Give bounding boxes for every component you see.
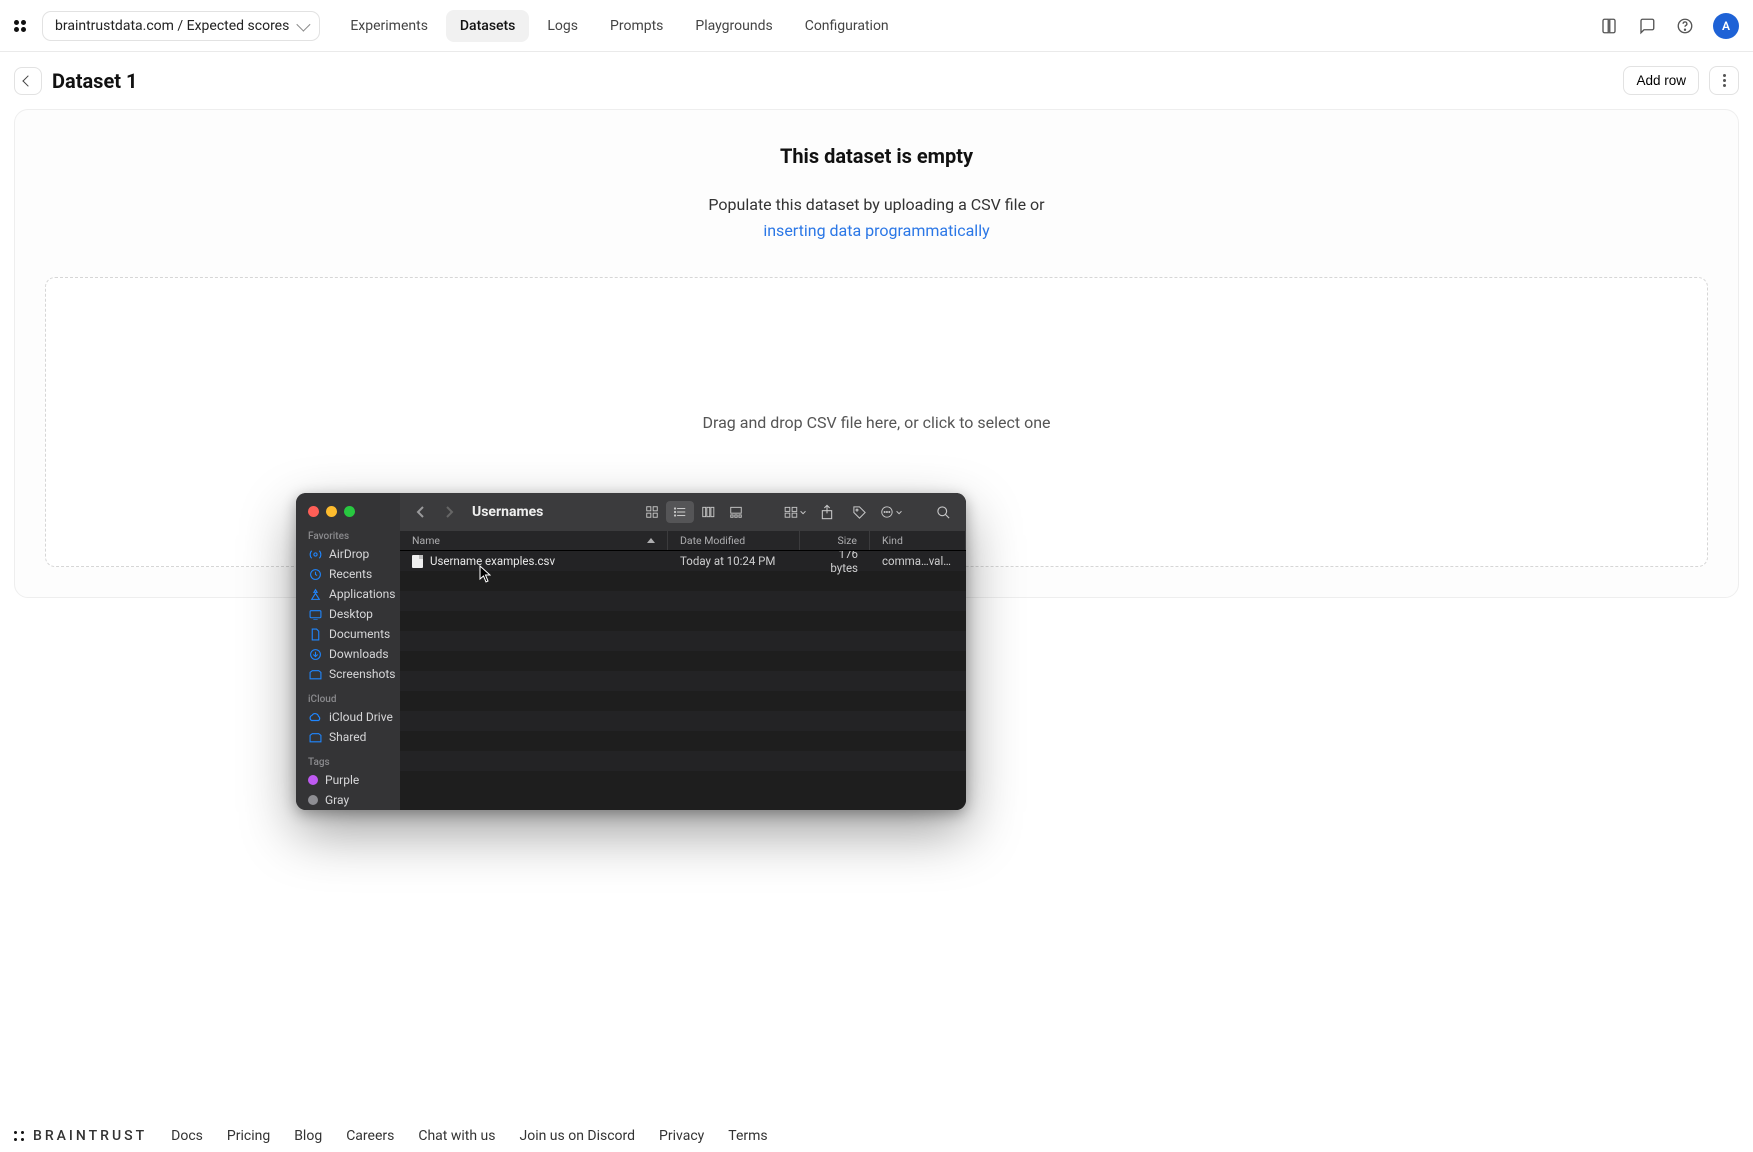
chevron-down-icon [297, 17, 311, 31]
minimize-window-icon[interactable] [326, 506, 337, 517]
table-row [400, 651, 966, 671]
sidebar-item-recents[interactable]: Recents [296, 564, 400, 584]
sidebar-item-applications[interactable]: Applications [296, 584, 400, 604]
action-icon[interactable] [880, 501, 902, 523]
more-menu-button[interactable] [1709, 66, 1739, 95]
project-selector[interactable]: braintrustdata.com / Expected scores [42, 11, 320, 41]
group-icon[interactable] [784, 501, 806, 523]
footer-brand[interactable]: BRAINTRUST [14, 1128, 147, 1144]
page-subheader: Dataset 1 Add row [0, 52, 1753, 95]
empty-subtitle: Populate this dataset by uploading a CSV… [45, 192, 1708, 243]
sidebar-section-icloud: iCloud [296, 690, 400, 707]
table-row [400, 611, 966, 631]
comment-icon[interactable] [1637, 16, 1657, 36]
sidebar-item-desktop[interactable]: Desktop [296, 604, 400, 624]
view-icons-icon[interactable] [638, 501, 666, 523]
table-row [400, 691, 966, 711]
top-right-icons: A [1599, 13, 1739, 39]
tag-dot-icon [308, 775, 318, 785]
top-nav: braintrustdata.com / Expected scores Exp… [0, 0, 1753, 52]
empty-title: This dataset is empty [45, 144, 1708, 168]
finder-folder-title: Usernames [472, 504, 543, 520]
site-footer: BRAINTRUST Docs Pricing Blog Careers Cha… [0, 1128, 1753, 1144]
finder-rows: Username examples.csv Today at 10:24 PM … [400, 551, 966, 810]
window-controls[interactable] [296, 503, 400, 527]
document-icon [412, 555, 423, 568]
footer-link-docs[interactable]: Docs [171, 1128, 203, 1144]
footer-link-discord[interactable]: Join us on Discord [519, 1128, 635, 1144]
project-breadcrumb: braintrustdata.com / Expected scores [55, 18, 289, 34]
footer-link-privacy[interactable]: Privacy [659, 1128, 704, 1144]
back-button[interactable] [14, 67, 42, 95]
tab-prompts[interactable]: Prompts [596, 10, 677, 42]
finder-toolbar: Usernames [400, 493, 966, 531]
sidebar-item-downloads[interactable]: Downloads [296, 644, 400, 664]
tab-logs[interactable]: Logs [533, 10, 592, 42]
table-row [400, 751, 966, 771]
nav-tabs: Experiments Datasets Logs Prompts Playgr… [336, 10, 902, 42]
tag-dot-icon [308, 795, 318, 805]
view-mode-group [638, 501, 750, 523]
add-row-button[interactable]: Add row [1623, 66, 1699, 95]
col-header-name[interactable]: Name [400, 531, 668, 550]
share-icon[interactable] [816, 501, 838, 523]
sidebar-section-tags: Tags [296, 753, 400, 770]
finder-column-headers: Name Date Modified Size Kind [400, 531, 966, 551]
tab-datasets[interactable]: Datasets [446, 10, 529, 42]
avatar[interactable]: A [1713, 13, 1739, 39]
col-header-kind[interactable]: Kind [870, 531, 966, 550]
close-window-icon[interactable] [308, 506, 319, 517]
kebab-icon [1723, 74, 1726, 87]
sidebar-item-documents[interactable]: Documents [296, 624, 400, 644]
view-columns-icon[interactable] [694, 501, 722, 523]
sidebar-item-icloud-drive[interactable]: iCloud Drive [296, 707, 400, 727]
footer-link-pricing[interactable]: Pricing [227, 1128, 270, 1144]
table-row [400, 671, 966, 691]
sidebar-tag-gray[interactable]: Gray [296, 790, 400, 810]
footer-link-chat[interactable]: Chat with us [418, 1128, 495, 1144]
tab-playgrounds[interactable]: Playgrounds [681, 10, 786, 42]
finder-sidebar: Favorites AirDrop Recents Applications D… [296, 493, 400, 810]
finder-window: Favorites AirDrop Recents Applications D… [296, 493, 966, 810]
sidebar-item-screenshots[interactable]: Screenshots [296, 664, 400, 684]
help-icon[interactable] [1675, 16, 1695, 36]
insert-programmatically-link[interactable]: inserting data programmatically [763, 221, 989, 240]
table-row [400, 731, 966, 751]
table-row [400, 631, 966, 651]
nav-back-icon[interactable] [412, 505, 430, 519]
logo-icon[interactable] [14, 17, 32, 35]
sidebar-section-favorites: Favorites [296, 527, 400, 544]
brand-dots-icon [14, 1131, 25, 1142]
search-icon[interactable] [932, 501, 954, 523]
view-gallery-icon[interactable] [722, 501, 750, 523]
sort-asc-icon [647, 538, 655, 543]
nav-forward-icon[interactable] [440, 505, 458, 519]
footer-link-terms[interactable]: Terms [728, 1128, 767, 1144]
sidebar-tag-purple[interactable]: Purple [296, 770, 400, 790]
table-row [400, 571, 966, 591]
view-list-icon[interactable] [666, 501, 694, 523]
table-row [400, 771, 966, 791]
arrow-left-icon [22, 75, 33, 86]
col-header-date[interactable]: Date Modified [668, 531, 800, 550]
finder-main: Usernames Name Date Modified Size Kind [400, 493, 966, 810]
tag-icon[interactable] [848, 501, 870, 523]
table-row [400, 711, 966, 731]
sidebar-item-shared[interactable]: Shared [296, 727, 400, 747]
tab-experiments[interactable]: Experiments [336, 10, 442, 42]
table-row [400, 591, 966, 611]
docs-icon[interactable] [1599, 16, 1619, 36]
tab-configuration[interactable]: Configuration [791, 10, 903, 42]
col-header-size[interactable]: Size [800, 531, 870, 550]
footer-link-blog[interactable]: Blog [294, 1128, 322, 1144]
table-row[interactable]: Username examples.csv Today at 10:24 PM … [400, 551, 966, 571]
maximize-window-icon[interactable] [344, 506, 355, 517]
footer-link-careers[interactable]: Careers [346, 1128, 394, 1144]
sidebar-item-airdrop[interactable]: AirDrop [296, 544, 400, 564]
page-title: Dataset 1 [52, 69, 137, 93]
